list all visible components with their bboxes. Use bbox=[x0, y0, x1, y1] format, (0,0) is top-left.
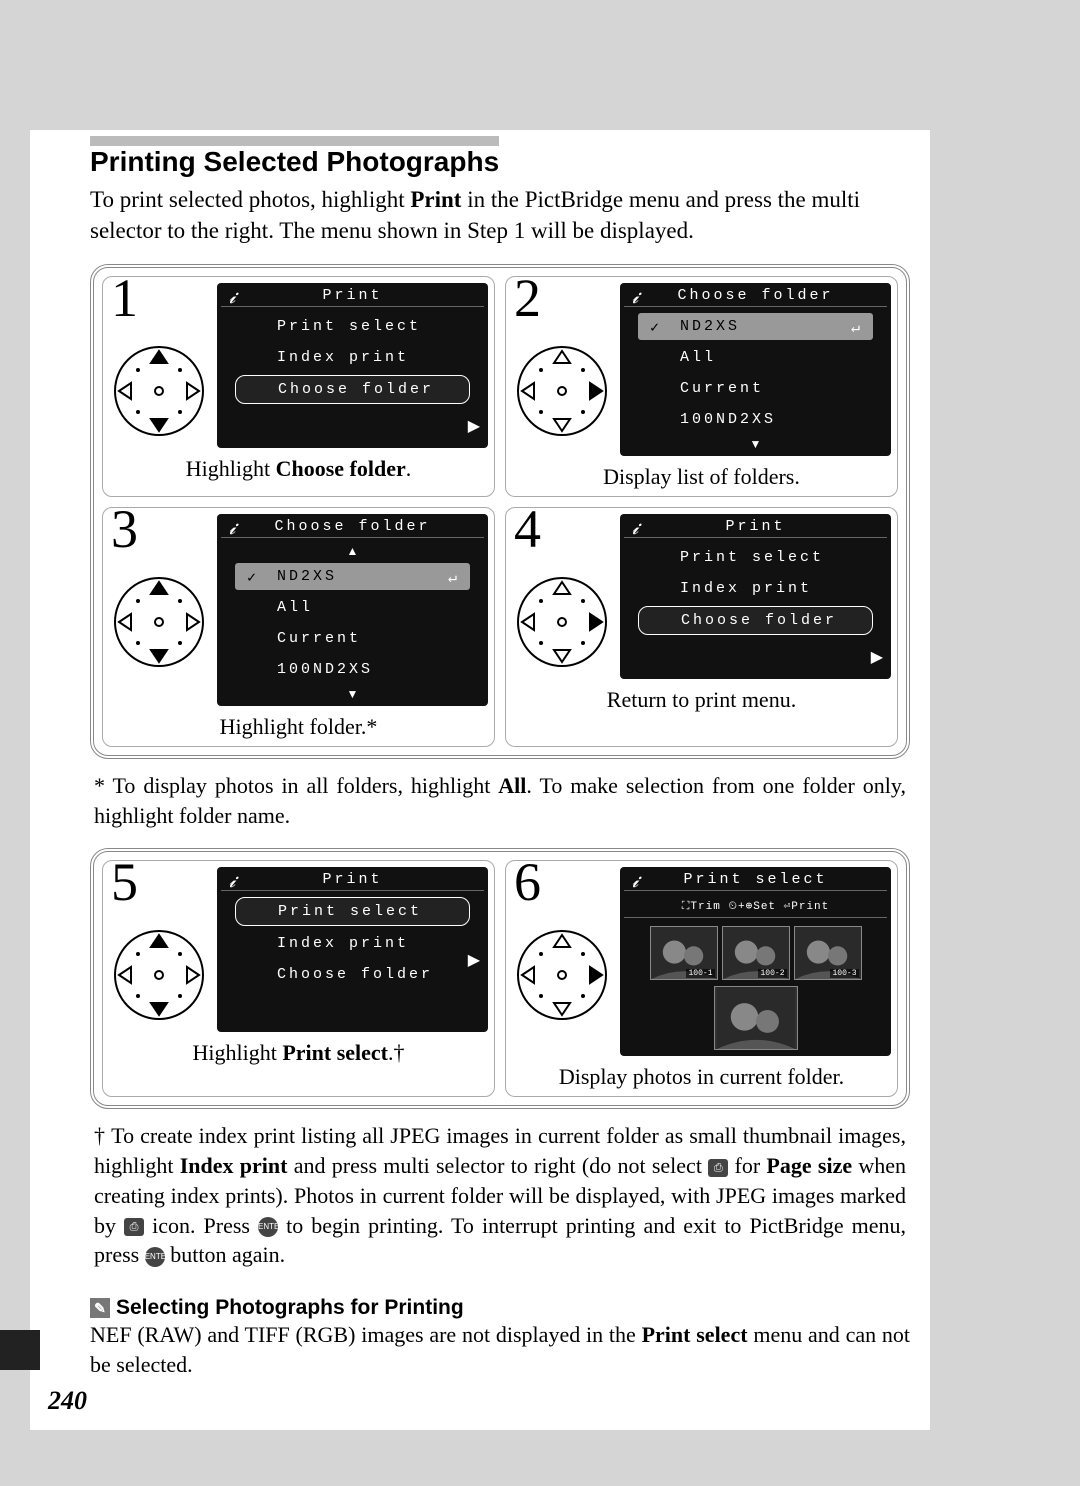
printer-mark-icon: ⎙ bbox=[124, 1218, 144, 1236]
camera-screen: 𝓲Print Print select Index print Choose fold… bbox=[620, 514, 891, 679]
multi-selector-icon bbox=[109, 572, 209, 672]
step: 5 𝓲PrintPrint selectIndex printChoose fo… bbox=[102, 860, 495, 1097]
thumbnail: 100-3 bbox=[794, 926, 862, 980]
screen-header: 𝓲Print bbox=[221, 871, 484, 891]
intro-paragraph: To print selected photos, highlight Prin… bbox=[90, 184, 910, 246]
step-caption: Highlight Choose folder. bbox=[109, 456, 488, 482]
menu-item: Choose folder bbox=[235, 961, 470, 988]
step: 6 𝓲Print select⛶Trim ⏲+⊕Set ⏎Print 100-1… bbox=[505, 860, 898, 1097]
camera-screen: 𝓲Print Print select Index print Choose fold… bbox=[217, 867, 488, 1032]
menu-item: Current bbox=[638, 375, 873, 402]
multi-selector-icon bbox=[512, 572, 612, 672]
menu-item: Print select bbox=[235, 897, 470, 926]
right-arrow-icon: ▶ bbox=[468, 950, 480, 970]
enter-icon: ENTER bbox=[258, 1217, 278, 1237]
step-caption: Display photos in current folder. bbox=[512, 1064, 891, 1090]
section-title: Printing Selected Photographs bbox=[90, 136, 499, 178]
fn1-bold: All bbox=[498, 773, 526, 798]
multi-selector-icon bbox=[109, 341, 209, 441]
screen-subbar: ⛶Trim ⏲+⊕Set ⏎Print bbox=[624, 897, 887, 918]
wrench-icon: 𝓲 bbox=[632, 871, 638, 892]
right-arrow-icon: ▶ bbox=[468, 416, 480, 436]
multi-selector-icon bbox=[109, 925, 209, 1025]
right-arrow-icon: ▶ bbox=[871, 647, 883, 667]
enter-icon: ↵ bbox=[448, 568, 460, 587]
menu-item: ND2XS↵ bbox=[638, 313, 873, 340]
menu-item: Index print bbox=[638, 575, 873, 602]
printer-inline-icon: ⎙ bbox=[708, 1159, 728, 1177]
fn1-pre: * To display photos in all folders, high… bbox=[94, 773, 498, 798]
steps-grid-2: 5 𝓲Print Print select Index print Choose fo… bbox=[90, 848, 910, 1109]
step-caption: Display list of folders. bbox=[512, 464, 891, 490]
wrench-icon: 𝓲 bbox=[632, 518, 638, 539]
note-body: NEF (RAW) and TIFF (RGB) images are not … bbox=[90, 1320, 910, 1379]
wrench-icon: 𝓲 bbox=[229, 871, 235, 892]
multi-selector-icon bbox=[512, 925, 612, 1025]
footnote-2: † To create index print listing all JPEG… bbox=[94, 1121, 906, 1269]
step: 3 𝓲Choose folder▲ND2XS↵AllCurrent100ND2X… bbox=[102, 507, 495, 747]
step: 4 𝓲PrintPrint selectIndex printChoose fo… bbox=[505, 507, 898, 747]
wrench-icon: 𝓲 bbox=[229, 518, 235, 539]
step: 1 𝓲PrintPrint selectIndex printChoose fo… bbox=[102, 276, 495, 497]
step-number: 5 bbox=[111, 855, 138, 909]
step-caption: Highlight Print select.† bbox=[109, 1040, 488, 1066]
camera-screen: 𝓲Print Print select Index print Choose fold… bbox=[217, 283, 488, 448]
menu-item: All bbox=[235, 594, 470, 621]
thumbnail: 100-1 bbox=[650, 926, 718, 980]
enter-icon: ↵ bbox=[851, 318, 863, 337]
step: 2 𝓲Choose folderND2XS↵AllCurrent100ND2XS… bbox=[505, 276, 898, 497]
enter-icon-2: ENTER bbox=[145, 1247, 165, 1267]
menu-item: Index print bbox=[235, 930, 470, 957]
camera-screen: 𝓲Choose folder ND2XS↵ All Current 100ND2XS ▼ bbox=[620, 283, 891, 456]
step-number: 2 bbox=[514, 271, 541, 325]
step-number: 1 bbox=[111, 271, 138, 325]
intro-pre: To print selected photos, highlight bbox=[90, 187, 410, 212]
intro-bold: Print bbox=[410, 187, 461, 212]
menu-item: Choose folder bbox=[638, 606, 873, 635]
thumbnail: 100-2 bbox=[722, 926, 790, 980]
step-number: 3 bbox=[111, 502, 138, 556]
step-number: 4 bbox=[514, 502, 541, 556]
thumbnail-row: 100-1 100-2 100-3 bbox=[624, 922, 887, 984]
wrench-icon: 𝓲 bbox=[229, 287, 235, 308]
screen-header: 𝓲Choose folder bbox=[221, 518, 484, 538]
menu-item: Print select bbox=[235, 313, 470, 340]
step-caption: Highlight folder.* bbox=[109, 714, 488, 740]
step-number: 6 bbox=[514, 855, 541, 909]
scroll-down-icon: ▼ bbox=[624, 437, 887, 452]
steps-grid-1: 1 𝓲Print Print select Index print Choose fo… bbox=[90, 264, 910, 759]
thumbnail-large bbox=[714, 986, 798, 1050]
menu-item: Print select bbox=[638, 544, 873, 571]
scroll-up-icon: ▲ bbox=[221, 544, 484, 559]
screen-header: 𝓲Print bbox=[221, 287, 484, 307]
menu-item: Index print bbox=[235, 344, 470, 371]
screen-header: 𝓲Choose folder bbox=[624, 287, 887, 307]
step-caption: Return to print menu. bbox=[512, 687, 891, 713]
page: Printing Selected Photographs To print s… bbox=[30, 130, 930, 1430]
menu-item: All bbox=[638, 344, 873, 371]
pencil-icon: ✎ bbox=[90, 1298, 110, 1318]
multi-selector-icon bbox=[512, 341, 612, 441]
footnote-1: * To display photos in all folders, high… bbox=[94, 771, 906, 830]
camera-screen: 𝓲Choose folder ▲ ND2XS↵ All Current 100ND2XS ▼ bbox=[217, 514, 488, 706]
page-number: 240 bbox=[48, 1386, 87, 1416]
note-block: ✎Selecting Photographs for Printing NEF … bbox=[90, 1296, 910, 1379]
menu-item: Current bbox=[235, 625, 470, 652]
menu-item: 100ND2XS bbox=[638, 406, 873, 433]
menu-item: ND2XS↵ bbox=[235, 563, 470, 590]
camera-screen: 𝓲Print select ⛶Trim ⏲+⊕Set ⏎Print 100-1 1… bbox=[620, 867, 891, 1056]
note-title: ✎Selecting Photographs for Printing bbox=[90, 1296, 910, 1320]
scroll-down-icon: ▼ bbox=[221, 687, 484, 702]
menu-item: Choose folder bbox=[235, 375, 470, 404]
menu-item: 100ND2XS bbox=[235, 656, 470, 683]
screen-header: 𝓲Print bbox=[624, 518, 887, 538]
screen-header: 𝓲Print select bbox=[624, 871, 887, 891]
edge-tab bbox=[0, 1330, 40, 1370]
wrench-icon: 𝓲 bbox=[632, 287, 638, 308]
